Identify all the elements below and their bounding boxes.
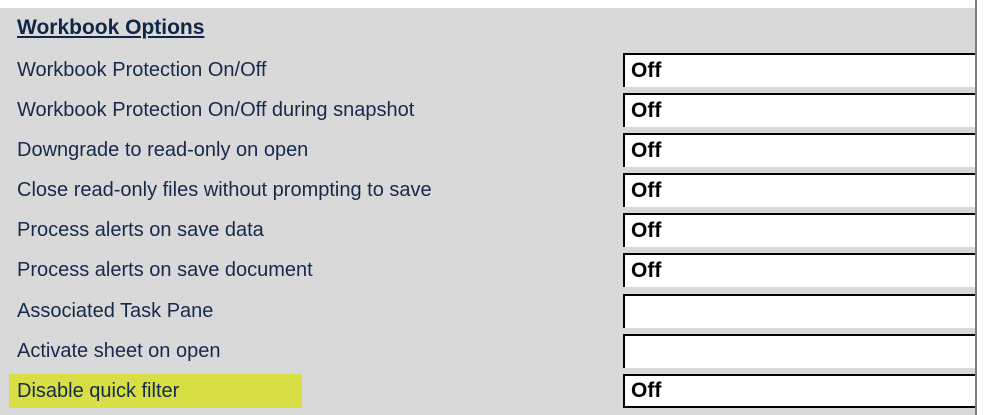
workbook-protection-label: Workbook Protection On/Off: [17, 58, 267, 81]
workbook-protection-snapshot-label: Workbook Protection On/Off during snapsh…: [17, 98, 415, 121]
close-read-only-value[interactable]: Off: [623, 173, 975, 207]
process-alerts-save-data-value[interactable]: Off: [623, 213, 975, 247]
workbook-protection-snapshot-value[interactable]: Off: [623, 93, 975, 127]
close-read-only-label: Close read-only files without prompting …: [17, 178, 432, 201]
workbook-protection-value[interactable]: Off: [623, 53, 975, 87]
downgrade-read-only-value[interactable]: Off: [623, 133, 975, 167]
process-alerts-save-document-label: Process alerts on save document: [17, 258, 313, 281]
disable-quick-filter-label: Disable quick filter: [9, 374, 302, 408]
section-title: Workbook Options: [17, 16, 205, 39]
process-alerts-save-data-label: Process alerts on save data: [17, 218, 264, 241]
associated-task-pane-label: Associated Task Pane: [17, 299, 214, 322]
right-strip: [977, 0, 987, 415]
associated-task-pane-value[interactable]: [623, 294, 975, 328]
downgrade-read-only-label: Downgrade to read-only on open: [17, 138, 309, 161]
top-edge: [0, 0, 987, 8]
disable-quick-filter-value[interactable]: Off: [623, 374, 975, 408]
workbook-options-sheet: Workbook Options Workbook Protection On/…: [0, 0, 987, 415]
process-alerts-save-document-value[interactable]: Off: [623, 253, 975, 287]
activate-sheet-value[interactable]: [623, 334, 975, 368]
activate-sheet-label: Activate sheet on open: [17, 339, 221, 362]
